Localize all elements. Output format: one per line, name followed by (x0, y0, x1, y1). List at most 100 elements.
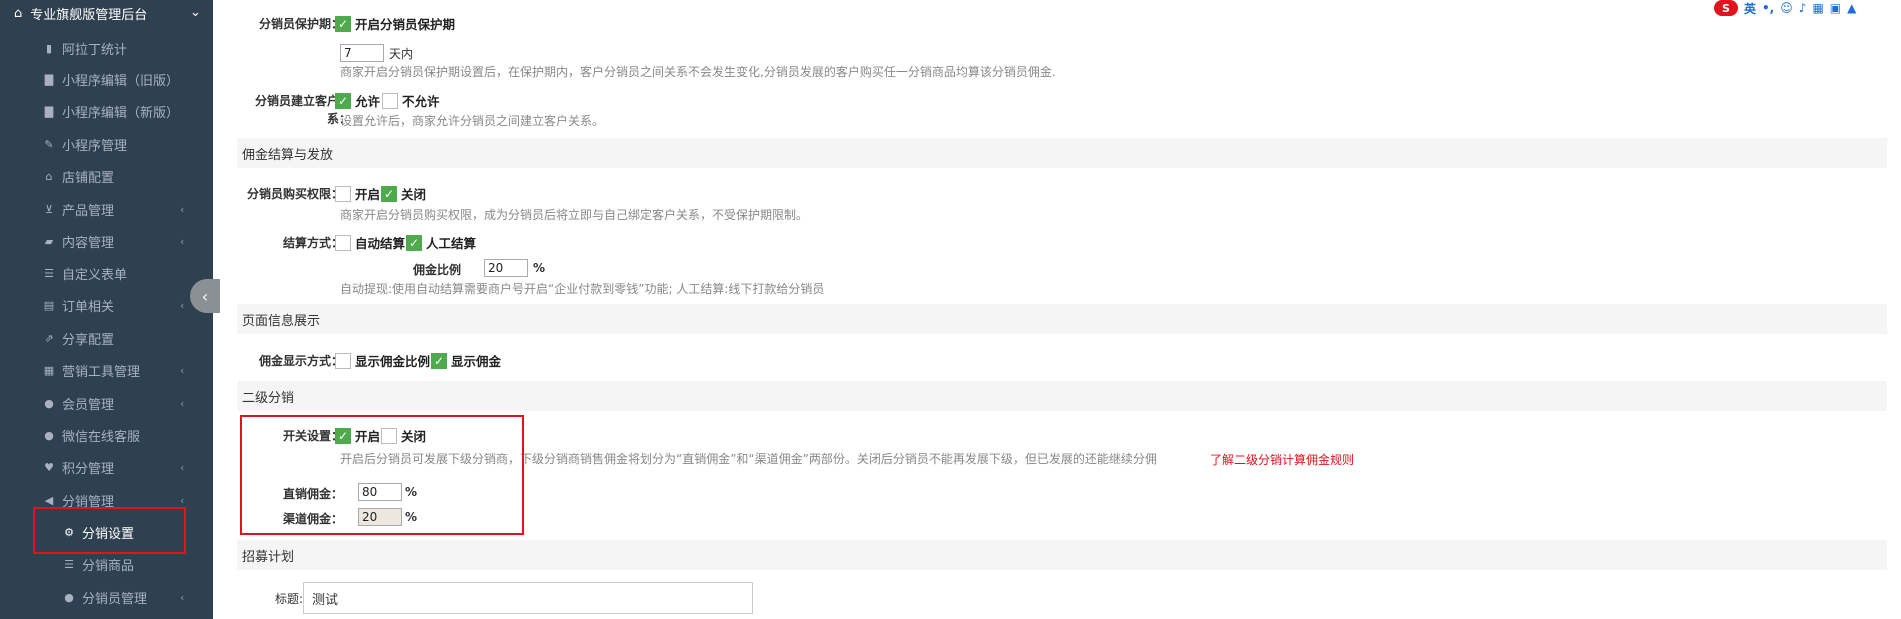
sidebar-item-label: 分销商品 (82, 558, 135, 574)
highlight-box (240, 415, 524, 535)
sidebar-item-distribution-products[interactable]: ☰ 分销商品 (0, 551, 213, 577)
sidebar-item-label: 产品管理 (62, 203, 115, 219)
sidebar-item-points[interactable]: ♥ 积分管理 ‹ (0, 454, 213, 480)
sidebar-item-label: 积分管理 (62, 461, 115, 477)
document-icon: ▇ (44, 72, 54, 86)
commission-ratio-unit: % (533, 261, 546, 275)
recruit-title-input[interactable]: 测试 (303, 582, 753, 614)
sidebar-item-label: 微信在线客服 (62, 429, 141, 445)
highlight-box (33, 507, 186, 554)
settle-auto-checkbox[interactable]: 自动结算 (335, 233, 405, 252)
commission-ratio-label: 佣金比例 (413, 263, 462, 277)
sidebar-item-label: 店铺配置 (62, 170, 115, 186)
unchecked-box-icon[interactable] (335, 352, 351, 369)
sidebar-item-label: 分享配置 (62, 332, 115, 348)
purchase-permission-label: 分销员购买权限： (246, 187, 343, 201)
sidebar-item-label: 小程序管理 (62, 138, 128, 154)
recruit-title-label: 标题: (274, 592, 303, 606)
purchase-permission-help: 商家开启分销员购买权限，成为分销员后将立即与自己绑定客户关系，不受保护期限制。 (340, 208, 809, 222)
chevron-left-icon: ‹ (180, 298, 185, 312)
sidebar-item-wechat-service[interactable]: ● 微信在线客服 (0, 422, 213, 448)
purchase-on-checkbox[interactable]: 开启 (335, 184, 380, 203)
check-icon[interactable]: ✓ (406, 234, 422, 251)
sidebar-item-products[interactable]: ⊻ 产品管理 ‹ (0, 196, 213, 222)
grid-icon: ▦ (43, 363, 55, 377)
home-icon: ⌂ (45, 169, 53, 183)
chevron-down-icon[interactable]: ⌄ (190, 5, 201, 20)
section-recruit-plan: 招募计划 (237, 540, 1887, 570)
sidebar-item-label: 小程序编辑（新版） (62, 105, 180, 121)
purchase-off-checkbox[interactable]: ✓ 关闭 (381, 184, 426, 203)
protect-days-unit: 天内 (389, 47, 414, 61)
unchecked-box-icon[interactable] (335, 234, 351, 251)
sidebar-item-label: 小程序编辑（旧版） (62, 73, 180, 89)
unchecked-box-icon[interactable] (382, 92, 398, 109)
commission-display-label: 佣金显示方式： (258, 354, 343, 368)
settle-method-help: 自动提现:使用自动结算需要商户号开启“企业付款到零钱”功能; 人工结算:线下打款… (340, 282, 825, 296)
relation-allow-checkbox[interactable]: ✓ 允许 (335, 91, 380, 110)
check-icon[interactable]: ✓ (431, 352, 447, 369)
check-icon[interactable]: ✓ (335, 92, 351, 109)
sidebar-item-custom-form[interactable]: ☰ 自定义表单 (0, 260, 213, 286)
relation-label-line2: 系： (326, 112, 351, 126)
list-icon: ☰ (44, 266, 54, 280)
sidebar-item-content[interactable]: ▰ 内容管理 ‹ (0, 228, 213, 254)
sidebar-item-aladdin[interactable]: ▮ 阿拉丁统计 (0, 35, 213, 61)
sidebar-item-label: 订单相关 (62, 299, 115, 315)
sidebar-item-members[interactable]: ● 会员管理 ‹ (0, 390, 213, 416)
relation-deny-checkbox[interactable]: 不允许 (382, 91, 440, 110)
wrench-icon: ✎ (44, 137, 54, 151)
section-commission-settlement: 佣金结算与发放 (237, 138, 1887, 168)
sidebar-item-orders[interactable]: ▤ 订单相关 ‹ (0, 292, 213, 318)
protect-period-help: 商家开启分销员保护期设置后，在保护期内，客户分销员之间关系不会发生变化,分销员发… (340, 65, 1056, 79)
bullhorn-icon: ◀ (44, 493, 54, 507)
sidebar-item-miniapp-manage[interactable]: ✎ 小程序管理 (0, 131, 213, 157)
document-icon: ▇ (44, 104, 54, 118)
protect-days-input[interactable]: 7 (340, 44, 384, 62)
unchecked-box-icon[interactable] (335, 185, 351, 202)
sidebar-item-miniapp-edit-new[interactable]: ▇ 小程序编辑（新版） (0, 98, 213, 124)
check-icon[interactable]: ✓ (335, 15, 351, 32)
share-icon: ⇗ (44, 331, 54, 345)
bar-chart-icon: ▮ (45, 41, 53, 55)
sidebar-item-label: 会员管理 (62, 397, 115, 413)
sidebar-brand[interactable]: ⌂ 专业旗舰版管理后台 ⌄ (0, 0, 213, 26)
sidebar: ⌂ 专业旗舰版管理后台 ⌄ ▮ 阿拉丁统计 ▇ 小程序编辑（旧版） ▇ 小程序编辑（新… (0, 0, 213, 619)
check-icon[interactable]: ✓ (381, 185, 397, 202)
display-amount-checkbox[interactable]: ✓ 显示佣金 (431, 351, 501, 370)
sidebar-item-store-config[interactable]: ⌂ 店铺配置 (0, 163, 213, 189)
display-ratio-checkbox[interactable]: 显示佣金比例 (335, 351, 430, 370)
relation-help: 设置允许后，商家允许分销员之间建立客户关系。 (340, 114, 605, 128)
sidebar-item-label: 内容管理 (62, 235, 115, 251)
commission-ratio-input[interactable]: 20 (484, 259, 528, 277)
sidebar-item-label: 阿拉丁统计 (62, 42, 128, 58)
settle-method-label: 结算方式： (282, 236, 343, 250)
chevron-left-icon: ‹ (180, 234, 185, 248)
sidebar-item-distributors[interactable]: ● 分销员管理 ‹ (0, 584, 213, 610)
user-icon: ● (44, 396, 54, 410)
chevron-left-icon: ‹ (180, 396, 185, 410)
protect-period-label: 分销员保护期： (258, 17, 343, 31)
home-icon: ⌂ (14, 5, 23, 21)
section-page-display: 页面信息展示 (237, 304, 1887, 334)
user-icon: ● (64, 590, 74, 604)
relation-label-line1: 分销员建立客户关 (254, 94, 351, 108)
cart-icon: ⊻ (44, 202, 54, 216)
chevron-down-icon: ‹ (180, 493, 185, 507)
chevron-left-icon: ‹ (201, 286, 209, 306)
sidebar-item-label: 营销工具管理 (62, 364, 141, 380)
heart-icon: ♥ (44, 460, 54, 474)
list-icon: ☰ (64, 557, 74, 571)
level2-rules-link[interactable]: 了解二级分销计算佣金规则 (1210, 451, 1354, 468)
brand-label: 专业旗舰版管理后台 (30, 7, 148, 23)
list-alt-icon: ▤ (43, 298, 55, 312)
sidebar-item-miniapp-edit-old[interactable]: ▇ 小程序编辑（旧版） (0, 66, 213, 92)
sidebar-item-share-config[interactable]: ⇗ 分享配置 (0, 325, 213, 351)
chevron-left-icon: ‹ (180, 460, 185, 474)
settle-manual-checkbox[interactable]: ✓ 人工结算 (406, 233, 476, 252)
protect-period-checkbox[interactable]: ✓ 开启分销员保护期 (335, 14, 455, 33)
sidebar-item-marketing[interactable]: ▦ 营销工具管理 ‹ (0, 357, 213, 383)
folder-icon: ▰ (44, 234, 54, 248)
sidebar-item-label: 分销员管理 (82, 591, 148, 607)
chevron-left-icon: ‹ (180, 202, 185, 216)
